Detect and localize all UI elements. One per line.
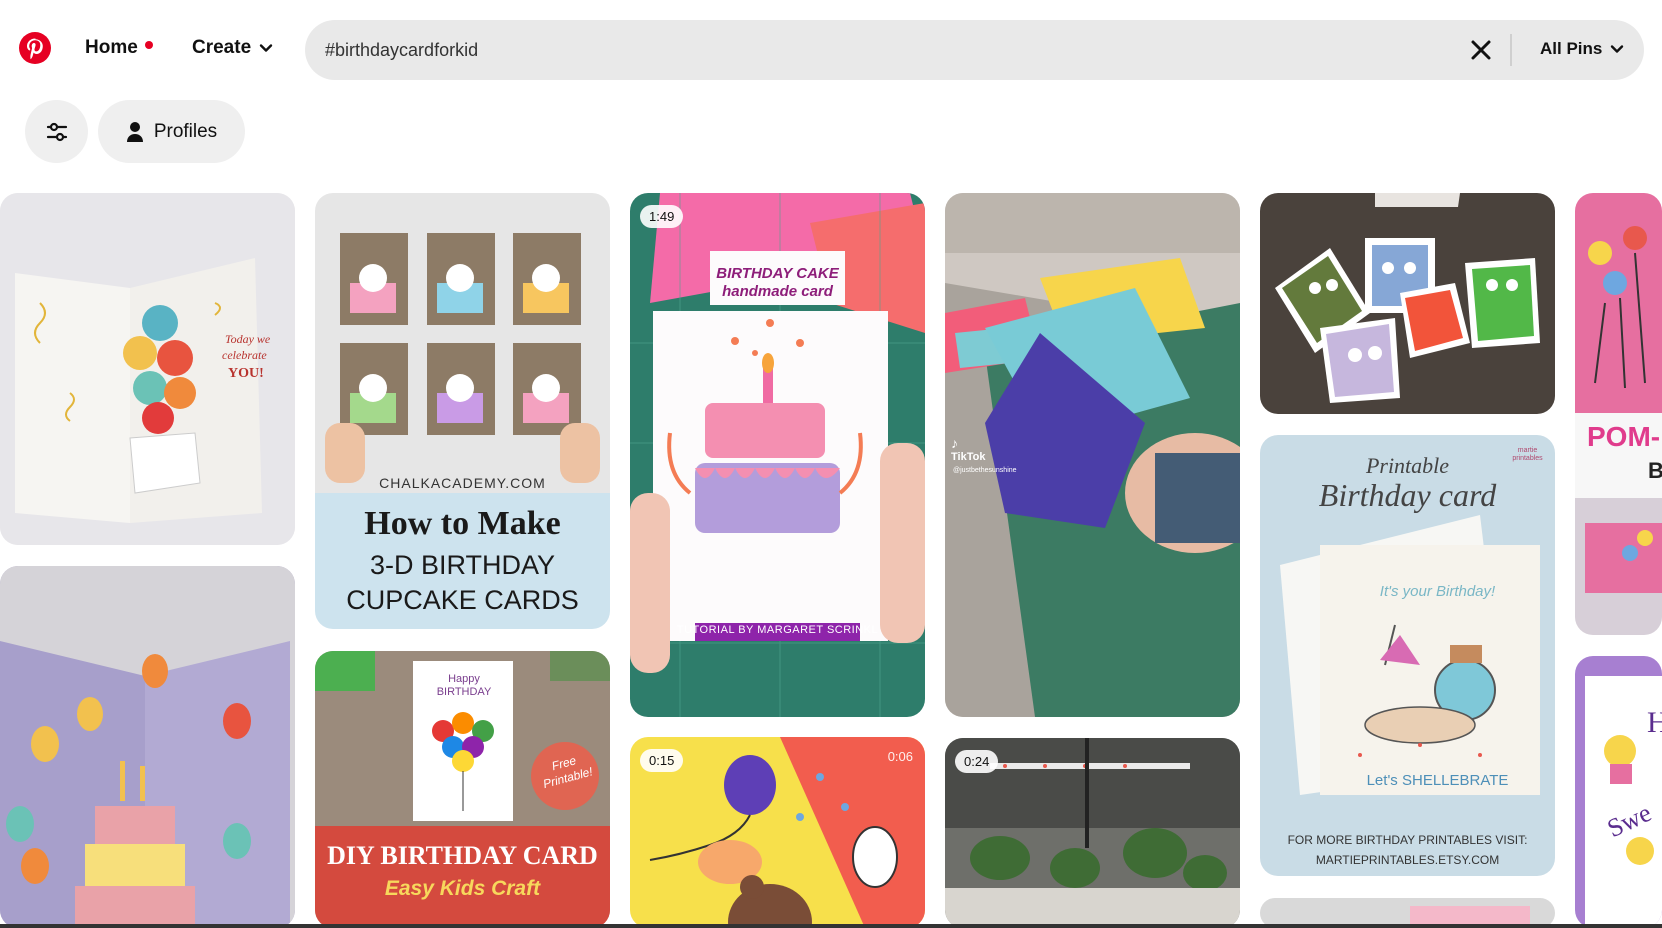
pin-image — [1575, 656, 1662, 928]
search-divider — [1510, 34, 1512, 66]
svg-text:celebrate: celebrate — [222, 348, 267, 362]
notification-dot — [145, 41, 153, 49]
pin-popup-card-balloons[interactable]: Today we celebrate YOU! — [0, 193, 295, 545]
svg-text:YOU!: YOU! — [228, 366, 264, 381]
pin-footer: MARTIEPRINTABLES.ETSY.COM — [1315, 853, 1500, 867]
nav-create[interactable]: Create — [192, 37, 273, 59]
pin-subtitle: Easy Kids Craft — [384, 877, 541, 900]
profiles-label: Profiles — [153, 120, 218, 142]
pin-image — [1260, 193, 1555, 414]
profiles-filter-button[interactable]: Profiles — [98, 100, 245, 163]
nav-home-label: Home — [85, 37, 138, 58]
search-bar: All Pins — [305, 20, 1644, 80]
chevron-down-icon — [1611, 45, 1624, 53]
pin-card-text: H — [1647, 706, 1662, 739]
pin-tiktok-card-video[interactable]: ♪ TikTok @justbethesunshine — [945, 193, 1240, 717]
pin-image — [945, 193, 1240, 717]
pinterest-logo-icon[interactable] — [19, 32, 51, 64]
video-elapsed-label: 0:06 — [887, 749, 913, 764]
video-duration-badge: 1:49 — [640, 205, 684, 228]
close-icon[interactable] — [1467, 36, 1495, 64]
pin-diy-birthday-card[interactable]: Happy BIRTHDAY Free Printable! DIY BIRTH… — [315, 651, 610, 928]
pin-image — [1575, 193, 1662, 635]
pin-plants-video[interactable]: 0:24 — [945, 738, 1240, 928]
top-header: Home Create All Pins — [0, 0, 1662, 96]
person-icon — [126, 121, 143, 142]
pin-image — [0, 566, 295, 928]
tiktok-logo-label: ♪ TikTok — [951, 435, 985, 463]
tiktok-handle: @justbethesunshine — [953, 467, 1017, 474]
pin-title: Birthday card — [1318, 477, 1497, 513]
pin-card-top-text: Happy BIRTHDAY — [436, 673, 492, 698]
pin-birthday-cake-video[interactable]: 1:49 BIRTHDAY CAKE handmade card TUTORIA… — [630, 193, 925, 717]
pin-card-line: It's your Birthday! — [1379, 583, 1496, 600]
nav-home[interactable]: Home — [85, 37, 138, 59]
pin-footer: FOR MORE BIRTHDAY PRINTABLES VISIT: — [1287, 833, 1528, 847]
pin-card-text: Today we — [225, 332, 271, 346]
pin-type-label: All Pins — [1540, 39, 1603, 58]
pin-printable-snail-card[interactable]: martie printables Printable Birthday car… — [1260, 435, 1555, 876]
nav-create-label: Create — [192, 37, 252, 58]
pin-title: How to Make — [364, 505, 561, 542]
pin-title: Printable — [1365, 453, 1450, 478]
pin-pom-pom-card[interactable]: POM- B — [1575, 193, 1662, 635]
pin-cupcake-cards[interactable]: CHALKACADEMY.COM How to Make 3-D BIRTHDA… — [315, 193, 610, 629]
pin-image: Today we celebrate YOU! — [0, 193, 295, 545]
pin-title: DIY BIRTHDAY CARD — [327, 841, 598, 870]
pin-title: BIRTHDAY CAKE — [716, 265, 839, 282]
chevron-down-icon — [259, 44, 273, 52]
search-input[interactable] — [325, 20, 1455, 80]
pin-credit: TUTORIAL BY MARGARET SCRINKL — [676, 624, 879, 636]
pin-card-line: Let's SHELLEBRATE — [1366, 772, 1509, 789]
pin-title: handmade card — [722, 283, 833, 300]
video-duration-badge: 0:15 — [640, 749, 684, 772]
pin-subtitle: B — [1648, 458, 1662, 483]
tiktok-label: TikTok — [951, 451, 986, 463]
pin-sweet-card[interactable]: H Swe — [1575, 656, 1662, 928]
pin-subtitle: CUPCAKE CARDS — [346, 585, 579, 615]
pin-subtitle: 3-D BIRTHDAY — [369, 550, 556, 580]
sliders-icon — [46, 122, 67, 141]
filters-button[interactable] — [25, 100, 88, 163]
pin-type-dropdown[interactable]: All Pins — [1540, 39, 1624, 59]
bottom-edge-bar — [0, 924, 1662, 928]
pin-site-label: CHALKACADEMY.COM — [379, 475, 546, 491]
pin-title: POM- — [1587, 421, 1661, 452]
pin-popup-cake-card[interactable] — [0, 566, 295, 928]
pin-monster-cards[interactable] — [1260, 193, 1555, 414]
tiktok-icon: ♪ — [951, 435, 958, 451]
pin-balloon-card-video[interactable]: 0:15 0:06 — [630, 737, 925, 928]
video-duration-badge: 0:24 — [955, 750, 999, 773]
